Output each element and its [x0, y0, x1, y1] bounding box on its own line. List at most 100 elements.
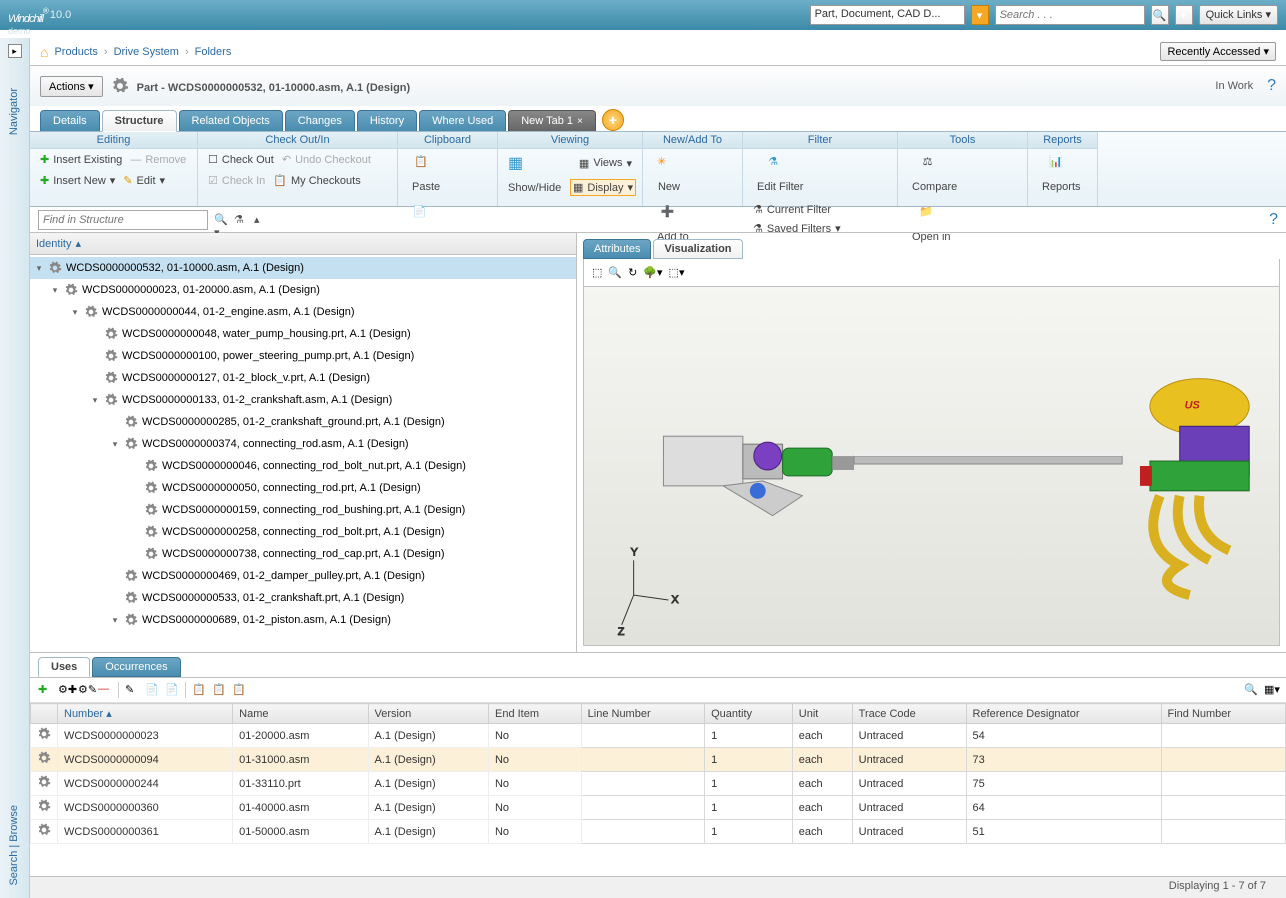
tree-row[interactable]: WCDS0000000050, connecting_rod.prt, A.1 … [30, 477, 576, 499]
grid-col-header[interactable]: Quantity [705, 704, 793, 724]
cell-find-number[interactable] [1161, 724, 1286, 748]
btab-occurrences[interactable]: Occurrences [92, 657, 180, 677]
cell-trace-code[interactable]: Untraced [852, 748, 966, 772]
search-input[interactable] [995, 5, 1145, 25]
tree-row[interactable]: WCDS0000000285, 01-2_crankshaft_ground.p… [30, 411, 576, 433]
grid-col-header[interactable]: Trace Code [852, 704, 966, 724]
breadcrumb-folders[interactable]: Folders [195, 46, 232, 58]
cell-ref-designator[interactable]: 64 [966, 796, 1161, 820]
tree-row[interactable]: ▾WCDS0000000374, connecting_rod.asm, A.1… [30, 433, 576, 455]
cell-ref-designator[interactable]: 54 [966, 724, 1161, 748]
cell-quantity[interactable]: 1 [705, 796, 793, 820]
home-icon[interactable]: ⌂ [40, 44, 48, 60]
breadcrumb-products[interactable]: Products [54, 46, 97, 58]
nav-search-link[interactable]: Search [8, 851, 20, 886]
cell-find-number[interactable] [1161, 820, 1286, 844]
insert-existing-button[interactable]: ✚ Insert Existing [36, 151, 126, 168]
grid-insert-existing-icon[interactable]: ⚙✚ [58, 683, 72, 697]
viz-tab-attributes[interactable]: Attributes [583, 239, 651, 259]
show-hide-button[interactable]: Show/Hide [504, 179, 565, 196]
navigator-label[interactable]: Navigator [8, 88, 20, 135]
help-icon[interactable]: ? [1267, 77, 1276, 95]
cell-ref-designator[interactable]: 73 [966, 748, 1161, 772]
cell-unit[interactable]: each [792, 724, 852, 748]
scope-dropdown-button[interactable]: ▾ [971, 5, 989, 25]
tab-new-tab-1[interactable]: New Tab 1 × [508, 110, 596, 131]
tab-structure[interactable]: Structure [102, 110, 177, 132]
cell-find-number[interactable] [1161, 796, 1286, 820]
cell-find-number[interactable] [1161, 748, 1286, 772]
remove-button[interactable]: — Remove [126, 151, 190, 168]
cell-quantity[interactable]: 1 [705, 772, 793, 796]
compare-button[interactable]: ⚖Compare [904, 151, 965, 197]
viz-zoom-area-icon[interactable]: ⬚ [592, 266, 602, 279]
table-row[interactable]: WCDS0000000094 01-31000.asm A.1 (Design)… [31, 748, 1286, 772]
expander-icon[interactable]: ▾ [110, 439, 120, 450]
viewing-icon[interactable]: ▦ [504, 151, 527, 175]
viz-canvas[interactable]: US Y X Z [583, 287, 1280, 646]
cell-unit[interactable]: each [792, 748, 852, 772]
views-button[interactable]: ▦ Views ▾ [575, 151, 636, 175]
close-icon[interactable]: × [577, 116, 583, 127]
cell-unit[interactable]: each [792, 820, 852, 844]
find-binoculars-icon[interactable]: 🔍▾ [214, 213, 228, 227]
cell-unit[interactable]: each [792, 796, 852, 820]
cell-ref-designator[interactable]: 75 [966, 772, 1161, 796]
grid-col-header[interactable]: Name [233, 704, 368, 724]
tree-row[interactable]: ▾WCDS0000000532, 01-10000.asm, A.1 (Desi… [30, 257, 576, 279]
cell-line-number[interactable] [581, 724, 704, 748]
tree-row[interactable]: WCDS0000000127, 01-2_block_v.prt, A.1 (D… [30, 367, 576, 389]
uses-grid[interactable]: Number ▴NameVersionEnd ItemLine NumberQu… [30, 703, 1286, 876]
edit-filter-button[interactable]: ⚗Edit Filter [749, 151, 811, 197]
expander-icon[interactable]: ▾ [110, 615, 120, 626]
tab-history[interactable]: History [357, 110, 417, 131]
grid-options-icon[interactable]: ▦▾ [1264, 683, 1278, 697]
tree-row[interactable]: WCDS0000000100, power_steering_pump.prt,… [30, 345, 576, 367]
table-row[interactable]: WCDS0000000244 01-33110.prt A.1 (Design)… [31, 772, 1286, 796]
find-filter-icon[interactable]: ⚗ [234, 213, 248, 227]
tree-row[interactable]: WCDS0000000159, connecting_rod_bushing.p… [30, 499, 576, 521]
grid-col-header[interactable]: Reference Designator [966, 704, 1161, 724]
find-in-structure-input[interactable] [38, 210, 208, 230]
viz-select-icon[interactable]: ⬚▾ [669, 266, 685, 279]
my-checkouts-button[interactable]: 📋 My Checkouts [269, 172, 364, 189]
cell-trace-code[interactable]: Untraced [852, 772, 966, 796]
find-collapse-icon[interactable]: ▴ [254, 213, 268, 227]
undo-checkout-button[interactable]: ↶ Undo Checkout [278, 151, 375, 168]
cell-quantity[interactable]: 1 [705, 820, 793, 844]
grid-col-header[interactable] [31, 704, 58, 724]
tree-row[interactable]: WCDS0000000258, connecting_rod_bolt.prt,… [30, 521, 576, 543]
reports-button[interactable]: 📊Reports [1034, 151, 1089, 197]
tab-related-objects[interactable]: Related Objects [179, 110, 283, 131]
expander-icon[interactable]: ▾ [34, 263, 44, 274]
table-row[interactable]: WCDS0000000360 01-40000.asm A.1 (Design)… [31, 796, 1286, 820]
paste-button[interactable]: 📋Paste [404, 151, 448, 197]
tree-row[interactable]: WCDS0000000046, connecting_rod_bolt_nut.… [30, 455, 576, 477]
cell-trace-code[interactable]: Untraced [852, 820, 966, 844]
new-button[interactable]: ✳New [649, 151, 689, 197]
cell-line-number[interactable] [581, 796, 704, 820]
actions-button[interactable]: Actions ▾ [40, 76, 103, 97]
expander-icon[interactable]: ▾ [70, 307, 80, 318]
grid-paste2-icon[interactable]: 📋 [232, 683, 246, 697]
scope-dropdown[interactable]: Part, Document, CAD D... [810, 5, 965, 25]
breadcrumb-drive-system[interactable]: Drive System [114, 46, 179, 58]
add-tab-button[interactable]: + [602, 109, 624, 131]
viz-tab-visualization[interactable]: Visualization [653, 239, 742, 259]
viz-tree-icon[interactable]: 🌳▾ [643, 266, 662, 279]
tree-row[interactable]: WCDS0000000533, 01-2_crankshaft.prt, A.1… [30, 587, 576, 609]
cell-line-number[interactable] [581, 772, 704, 796]
cell-line-number[interactable] [581, 748, 704, 772]
expander-icon[interactable]: ▾ [90, 395, 100, 406]
table-row[interactable]: WCDS0000000023 01-20000.asm A.1 (Design)… [31, 724, 1286, 748]
search-button[interactable]: 🔍 [1151, 5, 1169, 25]
tab-where-used[interactable]: Where Used [419, 110, 506, 131]
nav-browse-link[interactable]: Browse [8, 805, 20, 842]
display-button[interactable]: ▦ Display▾ [570, 179, 636, 196]
tree-row[interactable]: ▾WCDS0000000023, 01-20000.asm, A.1 (Desi… [30, 279, 576, 301]
search-options-button[interactable]: ▾ [1175, 5, 1193, 25]
grid-col-header[interactable]: Number ▴ [58, 704, 233, 724]
cell-unit[interactable]: each [792, 772, 852, 796]
cell-line-number[interactable] [581, 820, 704, 844]
grid-col-header[interactable]: Find Number [1161, 704, 1286, 724]
